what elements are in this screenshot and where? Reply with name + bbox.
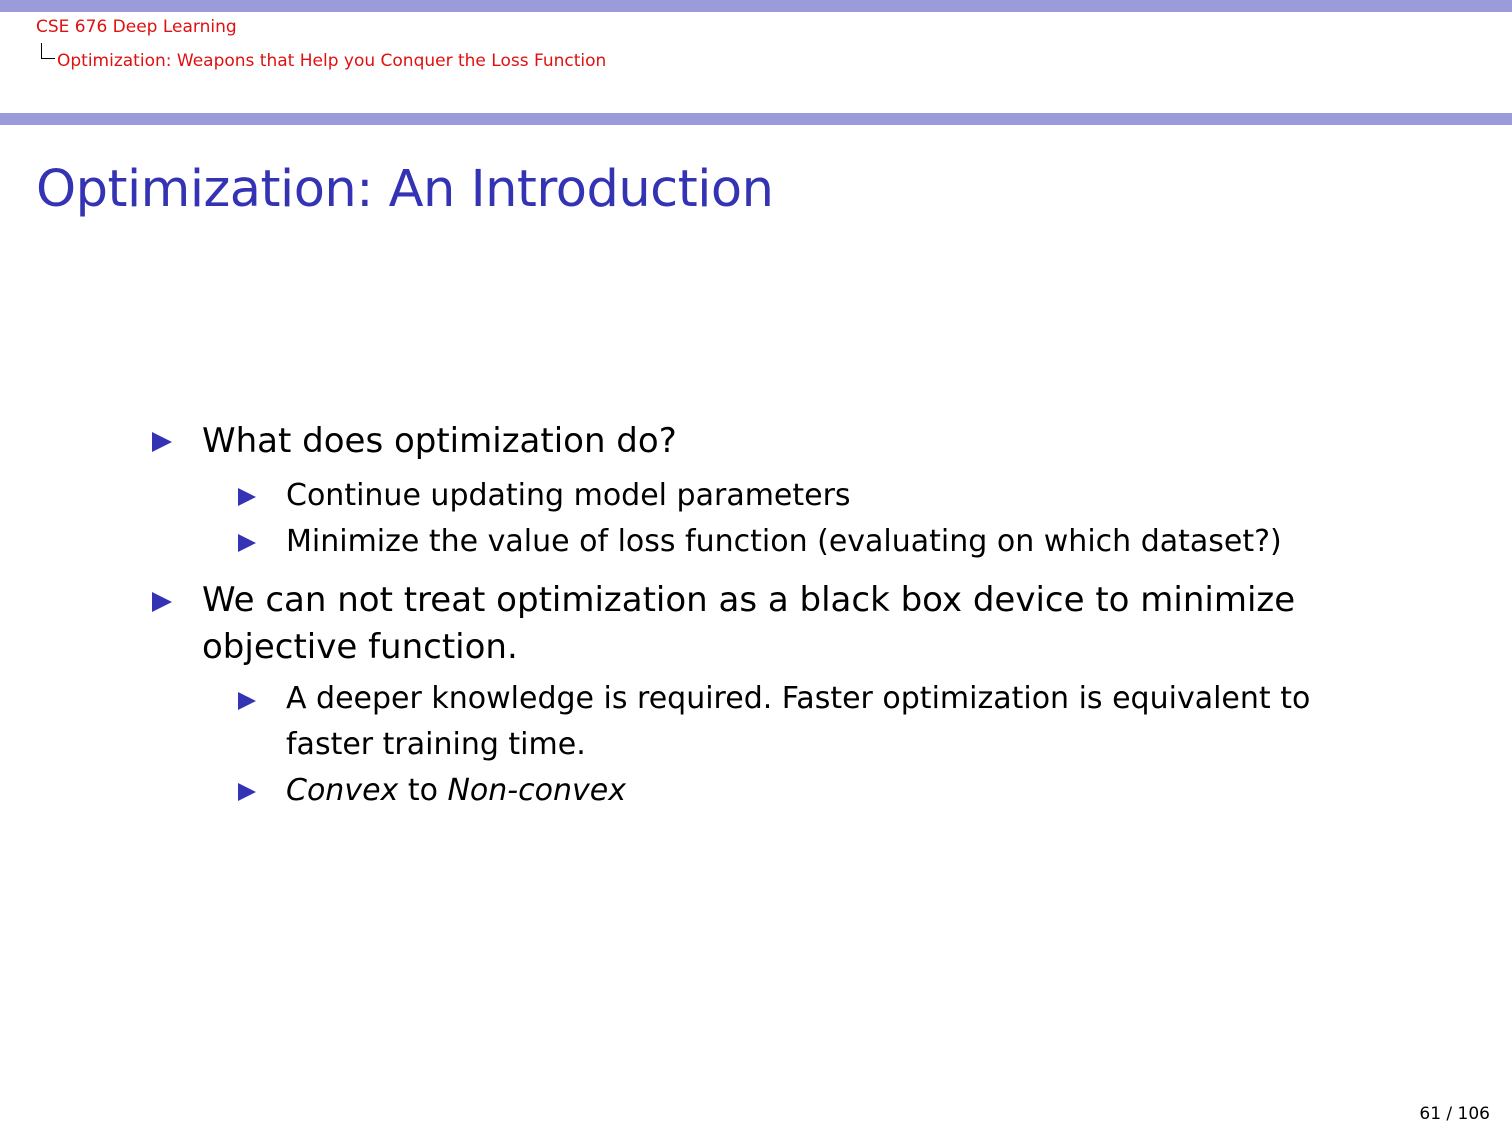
sub-bullet-item-line1: A deeper knowledge is required. Faster o… [286, 681, 1311, 716]
course-title: CSE 676 Deep Learning [36, 17, 237, 37]
triangle-right-icon [238, 534, 256, 552]
page-number: 61 / 106 [1419, 1104, 1490, 1124]
top-header-bar [0, 0, 1512, 12]
convex-term: Convex [286, 773, 399, 808]
connector-word: to [398, 773, 448, 808]
sub-bullet-item-line2: faster training time. [286, 727, 586, 762]
non-convex-term: Non-convex [447, 773, 626, 808]
triangle-right-icon [238, 488, 256, 506]
sub-bullet-item: Minimize the value of loss function (eva… [286, 524, 1282, 559]
bullet-item-line1: We can not treat optimization as a black… [202, 580, 1296, 620]
triangle-right-icon [238, 692, 256, 710]
header-rule [0, 113, 1512, 125]
tree-connector-icon [41, 43, 55, 59]
sub-bullet-item: Continue updating model parameters [286, 478, 851, 513]
triangle-right-icon [238, 783, 256, 801]
bullet-item: What does optimization do? [202, 421, 677, 461]
triangle-right-icon [152, 432, 172, 452]
slide-title: Optimization: An Introduction [36, 160, 774, 219]
bullet-item-line2: objective function. [202, 627, 518, 667]
section-title: Optimization: Weapons that Help you Conq… [57, 51, 607, 71]
triangle-right-icon [152, 592, 172, 612]
sub-bullet-item: Convex to Non-convex [286, 773, 626, 808]
